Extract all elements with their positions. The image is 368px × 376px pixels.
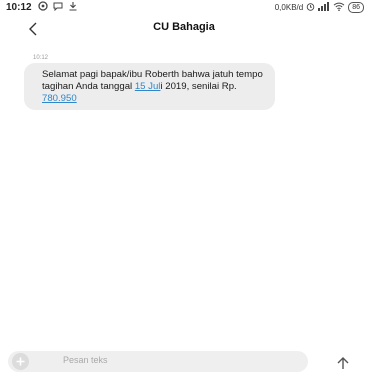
amount-link[interactable]: 780.950 — [42, 93, 77, 104]
wifi-icon — [333, 2, 345, 13]
status-bar: 10:12 0,0KB/d 86 — [0, 0, 368, 16]
message-input[interactable] — [63, 355, 293, 365]
conversation-header: CU Bahagia — [0, 16, 368, 44]
message-composer — [8, 351, 308, 372]
signal-icon — [318, 2, 330, 13]
notification-icon — [38, 1, 48, 11]
message-icon — [53, 1, 63, 11]
battery-indicator: 86 — [348, 2, 364, 13]
download-icon — [68, 1, 78, 11]
message-text-2: i 2019, senilai Rp. — [160, 81, 237, 92]
conversation-title: CU Bahagia — [153, 21, 215, 33]
status-time: 10:12 — [6, 2, 32, 13]
date-link[interactable]: 15 Jul — [135, 81, 161, 92]
alarm-icon — [306, 2, 315, 13]
message-timestamp: 10:12 — [33, 55, 49, 61]
plus-icon[interactable] — [12, 353, 29, 370]
message-bubble[interactable]: Selamat pagi bapak/ibu Roberth bahwa jat… — [24, 63, 275, 110]
network-speed: 0,0KB/d — [274, 3, 304, 12]
status-icons — [38, 1, 78, 11]
up-arrow-icon[interactable] — [335, 355, 351, 371]
status-right: 0,0KB/d 86 — [275, 2, 364, 13]
